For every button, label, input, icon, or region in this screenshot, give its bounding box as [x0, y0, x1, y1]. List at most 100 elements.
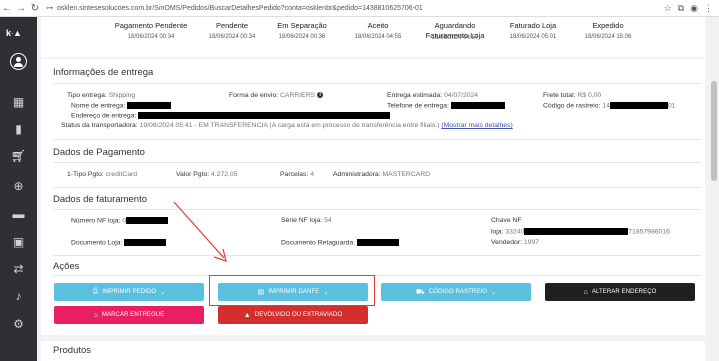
- redacted-block: [524, 228, 629, 235]
- timeline-step-date: 18/06/2024 00:34: [208, 34, 256, 40]
- divider: [53, 275, 701, 276]
- divider: [53, 139, 701, 140]
- redacted-block: [356, 239, 399, 246]
- timeline-step: Expedido 18/06/2024 15:06: [570, 21, 646, 40]
- user-avatar-icon[interactable]: [10, 53, 27, 70]
- transfer-icon[interactable]: ⇄: [0, 262, 37, 276]
- site-info-icon[interactable]: ⊶: [46, 4, 53, 12]
- home-icon: ⌂: [583, 288, 588, 296]
- chave-nf-loja: loja: 33240 71857986016: [491, 228, 670, 236]
- redacted-block: [138, 112, 391, 119]
- info-icon[interactable]: i: [317, 92, 324, 99]
- timeline-step-date: 18/06/2024 04:55: [354, 34, 402, 40]
- telefone-entrega: Telefone de entrega:: [387, 102, 505, 109]
- redacted-block: [126, 217, 169, 224]
- administradora: Administradora: MASTERCARD: [333, 171, 431, 178]
- timeline-step-label: Pagamento Pendente: [114, 21, 188, 30]
- alterar-endereco-button[interactable]: ⌂ ALTERAR ENDEREÇO: [545, 283, 695, 301]
- gear-icon[interactable]: ⚙: [0, 317, 37, 331]
- bell-icon[interactable]: ♪: [0, 289, 37, 303]
- main-content: Pagamento Pendente 18/06/2024 00:34 Pend…: [37, 17, 709, 361]
- back-icon[interactable]: ←: [0, 3, 14, 14]
- mostrar-mais-link[interactable]: (Mostrar mais detalhes): [441, 122, 512, 129]
- chart-icon[interactable]: ▮: [0, 122, 37, 136]
- marcar-entregue-button[interactable]: ⌂ MARCAR ENTREGUE: [54, 306, 204, 324]
- divider: [53, 83, 701, 84]
- menu-icon[interactable]: ⋮: [704, 3, 713, 14]
- tipo-entrega: Tipo entrega: Shipping: [67, 92, 136, 99]
- numero-nf-loja: Número NF loja: 0: [71, 217, 169, 224]
- logo[interactable]: k-▲: [6, 28, 22, 38]
- browser-toolbar: ← → ↻ ⊶ osklen.sintesesolucoes.com.br/Si…: [0, 0, 719, 17]
- produtos-card: Produtos: [41, 335, 705, 361]
- warning-icon: ▲: [243, 311, 251, 319]
- section-title-entrega: Informações de entrega: [53, 67, 154, 78]
- redacted-block: [450, 102, 505, 109]
- timeline-step-label: Em Separação: [277, 21, 327, 30]
- timeline-step-date: 18/06/2024 00:34: [127, 34, 175, 40]
- timeline-step: Faturado Loja 18/06/2024 05:01: [495, 21, 571, 40]
- documento-loja: Documento Loja:: [71, 239, 167, 246]
- cart-icon[interactable]: 🛒︎: [0, 149, 37, 163]
- annotation-highlight-box: [209, 275, 375, 306]
- timeline-step-label: Faturado Loja: [509, 21, 557, 30]
- status-transportadora: Status da transportadora: 19/06/2024 05:…: [61, 122, 513, 129]
- serie-nf-loja: Série NF loja: 54: [281, 217, 332, 224]
- timeline-step: Aguardando Faturamento Loja 18/06/2024 0…: [417, 21, 493, 41]
- timeline-step-label: Aceito: [367, 21, 389, 30]
- frete-total: Frete total: R$ 0,00: [543, 92, 602, 99]
- timeline-step-date: 18/06/2024 05:01: [509, 34, 557, 40]
- codigo-rastreio: Código de rastreio: 14 01: [543, 102, 676, 110]
- forward-icon[interactable]: →: [14, 3, 28, 14]
- timeline-step-label: Pendente: [215, 21, 249, 30]
- divider: [53, 209, 701, 210]
- imprimir-pedido-button[interactable]: ⎙ IMPRIMIR PEDIDO ⌄: [54, 283, 204, 301]
- parcelas: Parcelas: 4: [280, 171, 315, 178]
- reload-icon[interactable]: ↻: [28, 3, 42, 14]
- dashboard-icon[interactable]: ▦: [0, 95, 37, 109]
- vendedor: Vendedor: 1997: [491, 239, 540, 246]
- address-bar[interactable]: ⊶ osklen.sintesesolucoes.com.br/SinOMS/P…: [46, 2, 664, 15]
- timeline-step: Pendente 18/06/2024 00:34: [194, 21, 270, 40]
- chevron-down-icon: ⌄: [490, 289, 497, 296]
- page-scrollbar[interactable]: [709, 17, 719, 361]
- extensions-icon[interactable]: ⧉: [678, 3, 684, 14]
- truck-icon: ⛟: [415, 288, 425, 296]
- timeline-step-date: 18/06/2024 04:57: [431, 35, 479, 41]
- cart-plus-icon[interactable]: ⊕: [0, 179, 37, 193]
- home-icon: ⌂: [93, 311, 98, 319]
- section-title-faturamento: Dados de faturamento: [53, 194, 148, 205]
- scrollbar-thumb[interactable]: [711, 81, 717, 181]
- tipo-pgto: 1-Tipo Pgto: creditCard: [67, 171, 138, 178]
- sidebar: k-▲ ▦ ▮ 🛒︎ ⊕ ▬ ▣ ⇄ ♪ ⚙: [0, 17, 37, 361]
- bookmark-star-icon[interactable]: ☆: [664, 3, 672, 14]
- profile-icon[interactable]: ◉: [690, 3, 698, 14]
- codigo-rastreio-button[interactable]: ⛟ CÓDIGO RASTREIO ⌄: [381, 283, 531, 301]
- divider: [53, 162, 701, 163]
- box-icon[interactable]: ▣: [0, 235, 37, 249]
- timeline-step-date: 18/06/2024 15:06: [584, 34, 632, 40]
- url-text: osklen.sintesesolucoes.com.br/SinOMS/Ped…: [57, 4, 423, 12]
- divider: [53, 255, 701, 256]
- store-icon[interactable]: ▬: [0, 207, 37, 221]
- timeline-step-label: Expedido: [592, 21, 624, 30]
- timeline-step: Aceito 18/06/2024 04:55: [340, 21, 416, 40]
- redacted-block: [127, 102, 172, 109]
- documento-retaguarda: Documento Retaguarda:: [281, 239, 399, 246]
- timeline-step-date: 18/06/2024 00:36: [278, 34, 326, 40]
- endereco-entrega: Endereço de entrega:: [71, 112, 391, 119]
- section-title-acoes: Ações: [53, 261, 80, 272]
- order-status-timeline: Pagamento Pendente 18/06/2024 00:34 Pend…: [41, 17, 705, 57]
- divider: [53, 187, 701, 188]
- chevron-down-icon: ⌄: [160, 289, 166, 296]
- timeline-step: Em Separação 18/06/2024 00:36: [264, 21, 340, 40]
- redacted-block: [124, 239, 167, 246]
- section-title-produtos: Produtos: [53, 345, 92, 356]
- printer-icon: ⎙: [92, 288, 99, 295]
- timeline-step: Pagamento Pendente 18/06/2024 00:34: [109, 21, 193, 40]
- redacted-block: [609, 102, 668, 109]
- nome-entrega: Nome de entrega:: [71, 102, 172, 109]
- forma-envio: Forma de envio: CARRIERS i: [229, 92, 324, 99]
- devolvido-extraviado-button[interactable]: ▲ DEVOLVIDO OU EXTRAVIADO: [218, 306, 368, 324]
- valor-pgto: Valor Pgto: 4.272,05: [176, 171, 238, 178]
